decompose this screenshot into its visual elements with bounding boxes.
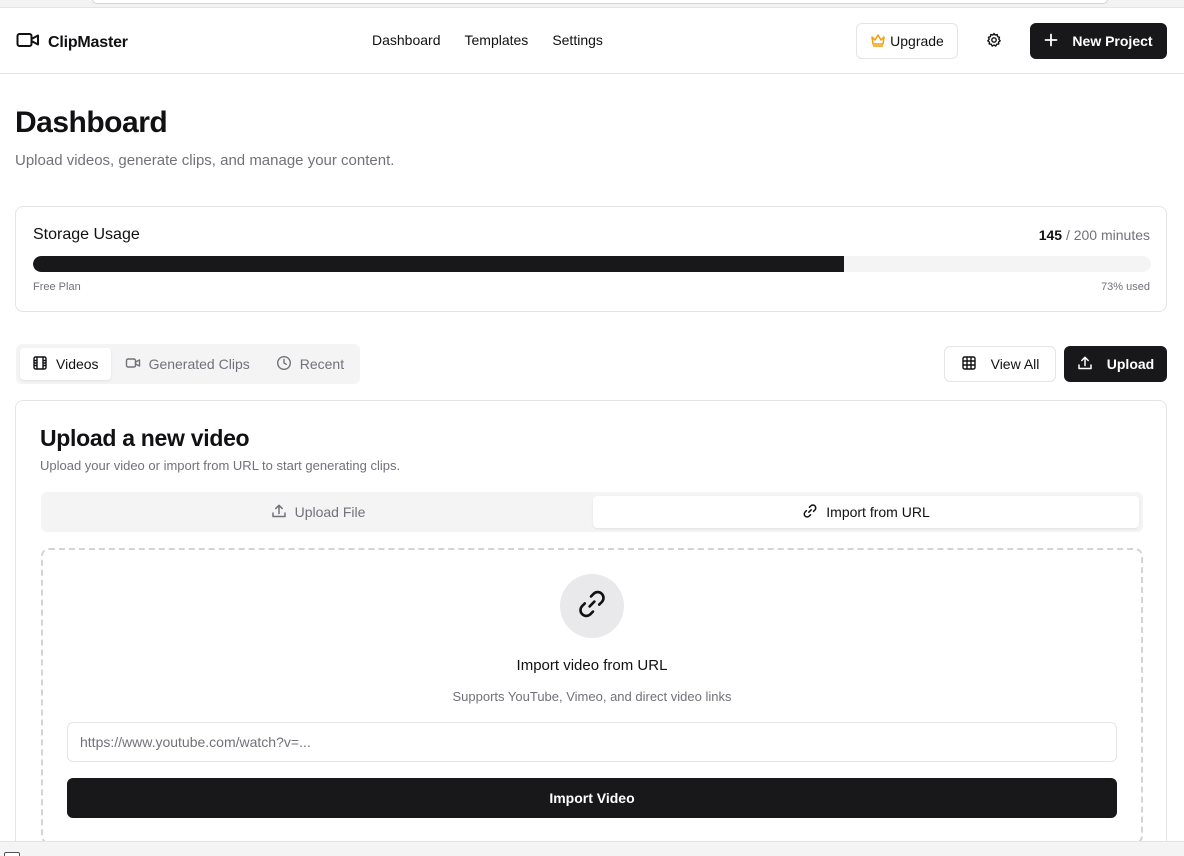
top-header: ClipMaster Dashboard Templates Settings … (0, 8, 1184, 74)
link-icon-circle (560, 574, 624, 638)
import-title: Import video from URL (516, 657, 668, 674)
new-project-label: New Project (1072, 33, 1153, 49)
content-tabs: Videos Generated Clips Recent (16, 344, 361, 384)
video-icon (125, 355, 141, 374)
link-icon (802, 503, 818, 522)
brand[interactable]: ClipMaster (16, 30, 128, 55)
page-title: Dashboard (15, 106, 168, 139)
tab-generated-clips[interactable]: Generated Clips (113, 348, 262, 380)
upload-card-description: Upload your video or import from URL to … (40, 458, 401, 473)
tab-recent[interactable]: Recent (264, 348, 356, 380)
address-bar-edge (92, 0, 1108, 4)
plan-label: Free Plan (33, 281, 81, 293)
upload-icon (271, 503, 287, 522)
url-import-zone: Import video from URL Supports YouTube, … (41, 548, 1143, 844)
storage-title: Storage Usage (33, 226, 140, 243)
storage-used: 145 (1038, 227, 1063, 243)
film-icon (32, 355, 48, 374)
mode-import-url-label: Import from URL (826, 504, 930, 520)
storage-total: / 200 minutes (1062, 227, 1150, 243)
view-all-label: View All (990, 356, 1040, 372)
brand-name: ClipMaster (48, 33, 128, 51)
tab-generated-clips-label: Generated Clips (148, 356, 250, 372)
video-url-input[interactable] (67, 722, 1117, 762)
plus-icon (1044, 33, 1058, 50)
nav-settings[interactable]: Settings (552, 32, 603, 48)
storage-count: 145 / 200 minutes (1039, 227, 1150, 243)
nav-templates[interactable]: Templates (465, 32, 529, 48)
tab-videos-label: Videos (56, 356, 99, 372)
upload-video-card: Upload a new video Upload your video or … (15, 400, 1167, 856)
mode-upload-file-label: Upload File (294, 504, 366, 520)
import-subtitle: Supports YouTube, Vimeo, and direct vide… (452, 689, 732, 704)
video-camera-icon (16, 30, 40, 55)
upgrade-button[interactable]: Upgrade (856, 23, 958, 59)
bottom-bar (0, 841, 1184, 856)
upload-button[interactable]: Upload (1064, 346, 1167, 382)
mode-upload-file[interactable]: Upload File (45, 496, 591, 528)
storage-percent: 73% used (1101, 281, 1150, 293)
clock-icon (276, 355, 292, 374)
main-nav: Dashboard Templates Settings (372, 32, 603, 48)
upload-label: Upload (1106, 356, 1155, 372)
nav-dashboard[interactable]: Dashboard (372, 32, 441, 48)
tab-videos[interactable]: Videos (20, 348, 111, 380)
new-project-button[interactable]: New Project (1030, 23, 1167, 59)
browser-chrome-strip (0, 0, 1184, 8)
upload-icon (1077, 355, 1093, 374)
upload-card-title: Upload a new video (40, 425, 250, 451)
storage-progress-bar (33, 256, 1151, 272)
view-all-button[interactable]: View All (944, 346, 1056, 382)
storage-usage-card: Storage Usage 145 / 200 minutes Free Pla… (15, 206, 1167, 312)
grid-icon (961, 355, 977, 374)
gear-icon (986, 32, 1002, 51)
mode-import-url[interactable]: Import from URL (593, 496, 1139, 528)
bottom-checkbox[interactable] (4, 852, 20, 856)
page-subtitle: Upload videos, generate clips, and manag… (15, 152, 395, 169)
upload-mode-switch: Upload File Import from URL (41, 492, 1143, 532)
tab-recent-label: Recent (299, 356, 345, 372)
crown-icon (870, 32, 886, 51)
import-video-button[interactable]: Import Video (67, 778, 1117, 818)
upgrade-label: Upgrade (890, 33, 944, 49)
settings-button[interactable] (978, 23, 1010, 59)
link-icon (576, 588, 608, 625)
storage-progress-fill (33, 256, 844, 272)
